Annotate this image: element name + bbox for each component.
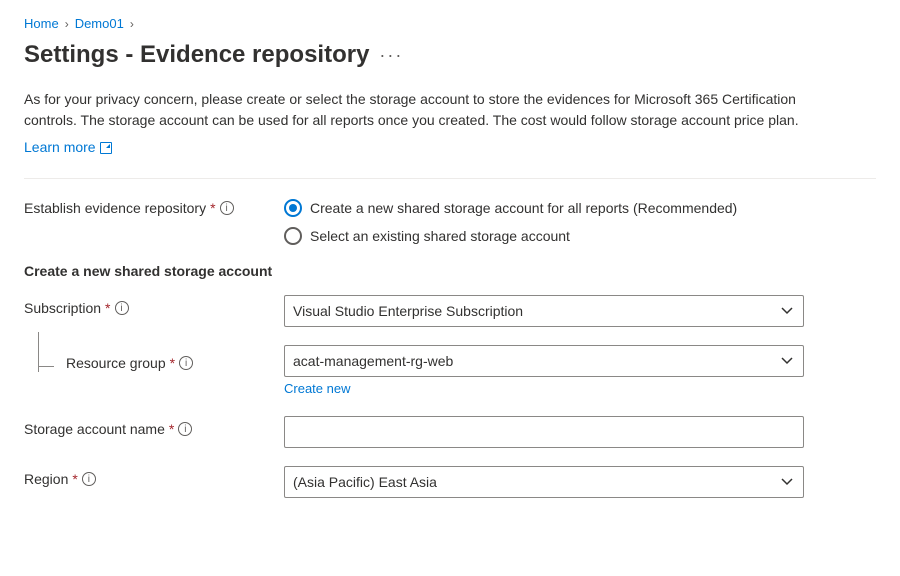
radio-group: Create a new shared storage account for … bbox=[284, 195, 804, 245]
region-dropdown[interactable]: (Asia Pacific) East Asia bbox=[284, 466, 804, 498]
storage-account-control bbox=[284, 416, 804, 448]
learn-more-link[interactable]: Learn more bbox=[24, 137, 112, 158]
establish-required: * bbox=[210, 200, 215, 216]
breadcrumb-separator-1: › bbox=[65, 17, 69, 31]
resource-group-control: acat-management-rg-web Create new bbox=[284, 345, 804, 396]
create-new-link[interactable]: Create new bbox=[284, 381, 804, 396]
radio-option-2[interactable]: Select an existing shared storage accoun… bbox=[284, 227, 804, 245]
tree-connector bbox=[38, 350, 58, 400]
breadcrumb-home[interactable]: Home bbox=[24, 16, 59, 31]
resource-group-dropdown[interactable]: acat-management-rg-web bbox=[284, 345, 804, 377]
divider bbox=[24, 178, 876, 179]
page-title-row: Settings - Evidence repository ··· bbox=[24, 41, 876, 69]
region-info-icon[interactable]: i bbox=[82, 472, 96, 486]
resource-group-label-text: Resource group bbox=[66, 355, 166, 371]
establish-info-icon[interactable]: i bbox=[220, 201, 234, 215]
page-title: Settings - Evidence repository bbox=[24, 41, 369, 69]
description-text: As for your privacy concern, please crea… bbox=[24, 89, 804, 131]
subscription-required: * bbox=[105, 300, 110, 316]
establish-row: Establish evidence repository * i Create… bbox=[24, 195, 876, 245]
region-row: Region * i (Asia Pacific) East Asia bbox=[24, 466, 876, 498]
radio-label-1: Create a new shared storage account for … bbox=[310, 200, 737, 216]
storage-account-label-text: Storage account name bbox=[24, 421, 165, 437]
establish-label-container: Establish evidence repository * i bbox=[24, 195, 284, 216]
resource-group-info-icon[interactable]: i bbox=[179, 356, 193, 370]
breadcrumb: Home › Demo01 › bbox=[24, 16, 876, 31]
tree-horiz-line bbox=[38, 366, 54, 367]
storage-account-label-container: Storage account name * i bbox=[24, 416, 284, 437]
storage-account-info-icon[interactable]: i bbox=[178, 422, 192, 436]
learn-more-label: Learn more bbox=[24, 137, 96, 158]
description-section: As for your privacy concern, please crea… bbox=[24, 89, 804, 158]
region-required: * bbox=[72, 471, 77, 487]
resource-group-row: Resource group * i acat-management-rg-we… bbox=[24, 345, 876, 400]
region-label-text: Region bbox=[24, 471, 68, 487]
subscription-info-icon[interactable]: i bbox=[115, 301, 129, 315]
radio-circle-1 bbox=[284, 199, 302, 217]
storage-account-input[interactable] bbox=[284, 416, 804, 448]
breadcrumb-demo[interactable]: Demo01 bbox=[75, 16, 124, 31]
more-options-icon[interactable]: ··· bbox=[379, 45, 403, 66]
external-link-icon bbox=[100, 142, 112, 154]
radio-label-2: Select an existing shared storage accoun… bbox=[310, 228, 570, 244]
breadcrumb-separator-2: › bbox=[130, 17, 134, 31]
storage-account-required: * bbox=[169, 421, 174, 437]
subscription-label-container: Subscription * i bbox=[24, 295, 284, 316]
subscription-control: Visual Studio Enterprise Subscription bbox=[284, 295, 804, 327]
subscription-dropdown[interactable]: Visual Studio Enterprise Subscription bbox=[284, 295, 804, 327]
establish-label-text: Establish evidence repository bbox=[24, 200, 206, 216]
form-section: Establish evidence repository * i Create… bbox=[24, 195, 876, 498]
create-section-heading: Create a new shared storage account bbox=[24, 263, 876, 279]
radio-circle-2 bbox=[284, 227, 302, 245]
radio-option-1[interactable]: Create a new shared storage account for … bbox=[284, 199, 804, 217]
region-label-container: Region * i bbox=[24, 466, 284, 487]
region-control: (Asia Pacific) East Asia bbox=[284, 466, 804, 498]
storage-account-row: Storage account name * i bbox=[24, 416, 876, 448]
resource-group-required: * bbox=[170, 355, 175, 371]
resource-group-label-container: Resource group * i bbox=[24, 345, 284, 400]
subscription-label-text: Subscription bbox=[24, 300, 101, 316]
resource-group-label-text-wrap: Resource group * i bbox=[66, 350, 193, 371]
subscription-row: Subscription * i Visual Studio Enterpris… bbox=[24, 295, 876, 327]
